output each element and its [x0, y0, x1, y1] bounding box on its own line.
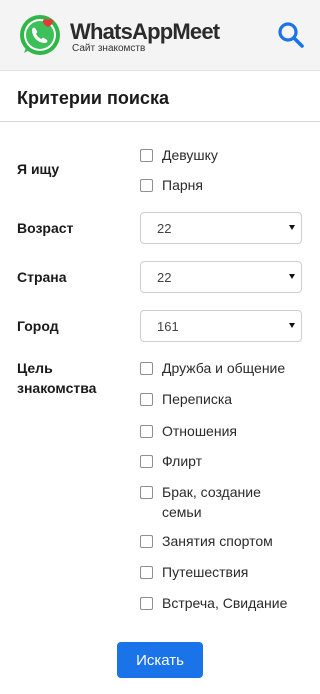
purpose-option-date[interactable]: Встреча, Свидание — [140, 593, 302, 613]
option-label: Занятия спортом — [162, 533, 273, 549]
checkbox[interactable] — [140, 362, 153, 375]
app-header: WhatsAppMeet Сайт знакомств — [0, 0, 320, 71]
city-label: Город — [17, 318, 59, 334]
purpose-label-line2: знакомства — [17, 380, 97, 396]
checkbox[interactable] — [140, 486, 153, 499]
seeking-option-male[interactable]: Парня — [140, 175, 302, 195]
country-select[interactable]: 22 — [140, 261, 302, 293]
search-icon[interactable] — [277, 21, 305, 49]
checkbox[interactable] — [140, 179, 153, 192]
checkbox[interactable] — [140, 566, 153, 579]
age-label: Возраст — [17, 220, 74, 236]
purpose-option-travel[interactable]: Путешествия — [140, 562, 302, 582]
purpose-option-flirt[interactable]: Флирт — [140, 451, 302, 471]
checkbox[interactable] — [140, 535, 153, 548]
checkbox[interactable] — [140, 455, 153, 468]
checkbox[interactable] — [140, 149, 153, 162]
purpose-option-correspondence[interactable]: Переписка — [140, 389, 302, 409]
brand-subtitle: Сайт знакомств — [72, 43, 146, 54]
dropdown-arrow-icon — [289, 323, 295, 328]
option-label: Встреча, Свидание — [162, 595, 288, 611]
option-label: Парня — [162, 177, 203, 193]
brand-name: WhatsAppMeet — [70, 19, 220, 44]
brand[interactable]: WhatsAppMeet Сайт знакомств — [70, 19, 220, 55]
purpose-option-relationship[interactable]: Отношения — [140, 421, 302, 441]
checkbox[interactable] — [140, 597, 153, 610]
option-label: Отношения — [162, 423, 237, 439]
title-bar: Критерии поиска — [0, 71, 320, 122]
country-label: Страна — [17, 269, 67, 285]
whatsapp-heart-logo-icon[interactable] — [18, 13, 62, 57]
country-value: 22 — [157, 270, 172, 285]
option-label: Девушку — [162, 147, 218, 163]
purpose-label: Цель знакомства — [17, 358, 96, 398]
page-title: Критерии поиска — [17, 88, 169, 108]
purpose-option-sports[interactable]: Занятия спортом — [140, 531, 302, 551]
purpose-label-line1: Цель — [17, 360, 53, 376]
option-label: Путешествия — [162, 564, 249, 580]
seeking-label: Я ищу — [17, 161, 60, 177]
search-submit-button[interactable]: Искать — [117, 642, 203, 678]
checkbox[interactable] — [140, 425, 153, 438]
seeking-option-female[interactable]: Девушку — [140, 145, 302, 165]
checkbox[interactable] — [140, 393, 153, 406]
option-label: Переписка — [162, 391, 233, 407]
age-value: 22 — [157, 221, 172, 236]
option-label: Брак, создание семьи — [162, 484, 261, 520]
age-select[interactable]: 22 — [140, 212, 302, 244]
dropdown-arrow-icon — [289, 274, 295, 279]
purpose-option-friendship[interactable]: Дружба и общение — [140, 358, 302, 378]
option-label: Дружба и общение — [162, 360, 286, 376]
purpose-option-marriage[interactable]: Брак, создание семьи — [140, 482, 302, 522]
option-label: Флирт — [162, 453, 203, 469]
city-select[interactable]: 161 — [140, 310, 302, 342]
city-value: 161 — [157, 319, 179, 334]
dropdown-arrow-icon — [289, 225, 295, 230]
